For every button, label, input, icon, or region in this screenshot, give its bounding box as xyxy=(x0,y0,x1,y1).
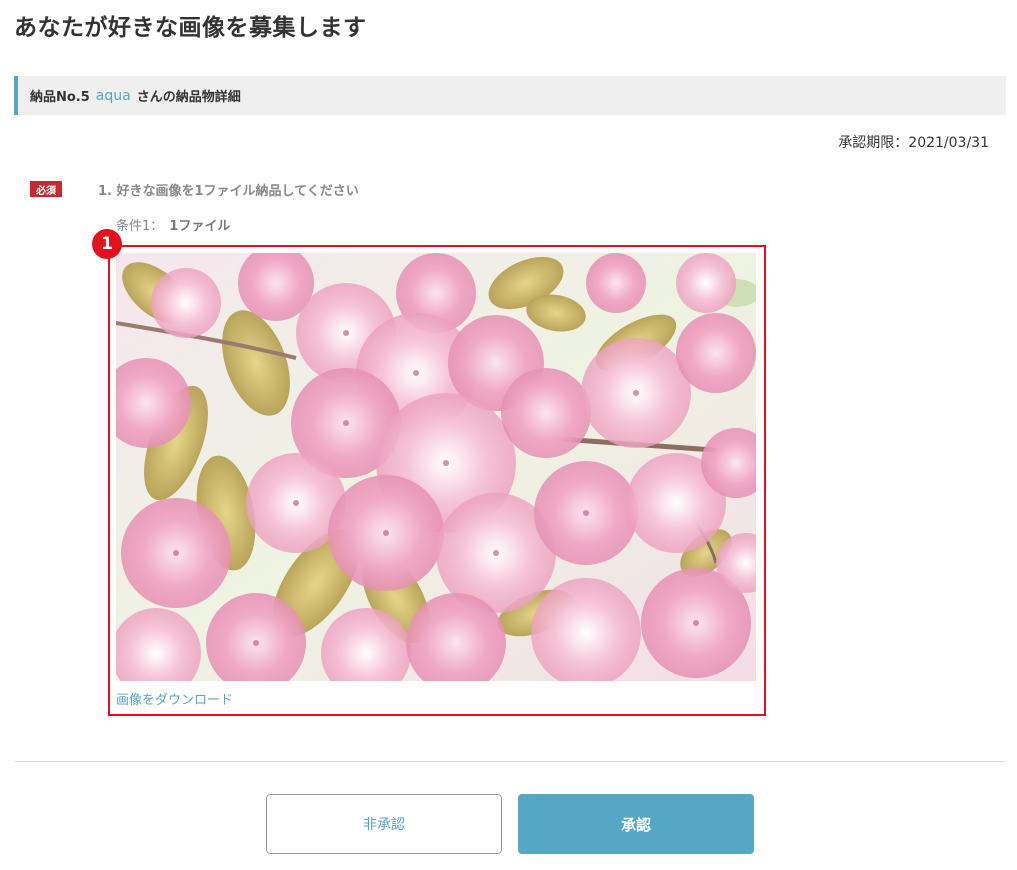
required-badge: 必須 xyxy=(30,181,62,197)
annotation-marker: 1 xyxy=(92,229,122,259)
approval-deadline: 承認期限：2021/03/31 xyxy=(838,135,989,151)
condition: 条件1： 1ファイル xyxy=(116,215,230,234)
download-image-link[interactable]: 画像をダウンロード xyxy=(116,689,233,708)
cherry-blossom-image xyxy=(116,253,756,681)
section-header-suffix: さんの納品物詳細 xyxy=(136,90,241,105)
divider xyxy=(14,761,1006,762)
approve-button[interactable]: 承認 xyxy=(518,794,754,854)
section-header: 納品No.5 aqua さんの納品物詳細 xyxy=(14,76,1006,115)
delivered-image xyxy=(116,253,756,681)
page-title: あなたが好きな画像を募集します xyxy=(14,15,367,41)
delivery-number: 納品No.5 xyxy=(30,90,90,105)
user-name-link[interactable]: aqua xyxy=(96,88,131,104)
condition-value: 1ファイル xyxy=(169,219,231,234)
reject-button[interactable]: 非承認 xyxy=(266,794,502,854)
question-title: 1. 好きな画像を1ファイル納品してください xyxy=(98,184,359,199)
condition-label: 条件1： xyxy=(116,219,164,234)
